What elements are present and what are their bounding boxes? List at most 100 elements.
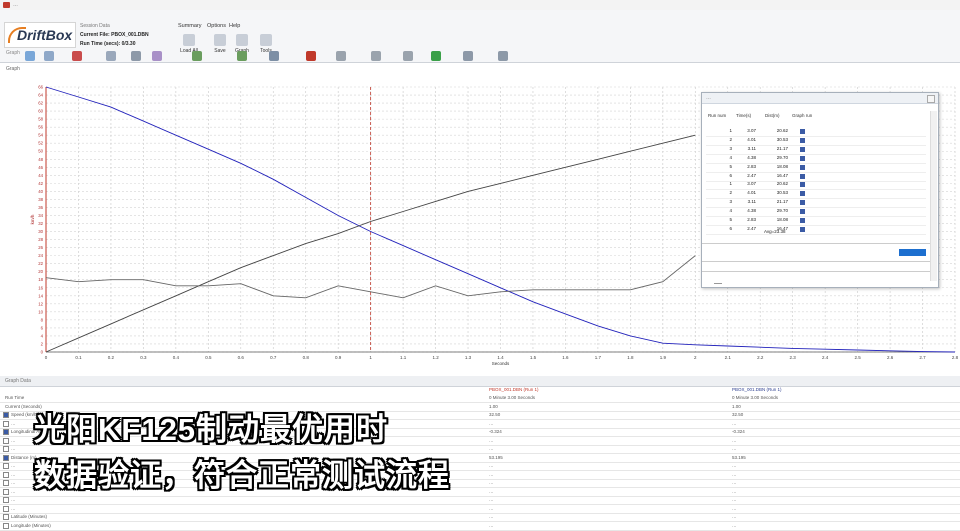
clear-results-icon xyxy=(463,51,473,61)
export-results-icon xyxy=(498,51,509,61)
menu-summary[interactable]: Summary xyxy=(178,23,202,29)
results-action-button[interactable] xyxy=(899,249,926,256)
menu-options[interactable]: Options xyxy=(207,23,226,29)
graph-run-checkbox[interactable] xyxy=(800,156,805,161)
graph-run-checkbox[interactable] xyxy=(800,138,805,143)
row-checkbox[interactable] xyxy=(3,454,9,461)
save-icon xyxy=(214,34,226,46)
graph-run-checkbox[interactable] xyxy=(800,174,805,179)
row-value: … xyxy=(732,437,737,443)
y-tick-label: 10 xyxy=(38,309,43,314)
graph-setup-icon xyxy=(106,51,117,61)
row-checkbox[interactable] xyxy=(3,437,9,444)
run-num-cell: 1 xyxy=(729,181,732,186)
row-value: 32.50 xyxy=(489,412,501,417)
time-cell: 2.47 xyxy=(747,226,756,231)
y-axis-title: km/h xyxy=(30,214,35,224)
window-title: … xyxy=(13,2,18,8)
x-tick-label: 1.2 xyxy=(432,355,439,360)
y-tick-label: 50 xyxy=(38,149,43,154)
row-checkbox[interactable] xyxy=(3,471,9,478)
row-checkbox[interactable] xyxy=(3,514,9,520)
session-heading: Session Data xyxy=(80,23,110,29)
y-tick-label: 34 xyxy=(38,213,43,218)
graph-icon xyxy=(236,34,248,46)
graph-run-checkbox[interactable] xyxy=(800,191,805,196)
graph-run-checkbox[interactable] xyxy=(800,129,805,134)
row-value: … xyxy=(732,497,737,502)
y-tick-label: 46 xyxy=(38,165,43,170)
sectors-icon xyxy=(269,51,280,61)
row-checkbox[interactable] xyxy=(3,480,9,486)
dist-cell: 29.70 xyxy=(776,208,788,213)
run-num-cell: 2 xyxy=(729,137,732,142)
row-checkbox[interactable] xyxy=(3,505,9,512)
row-label: Longitude (Minutes) xyxy=(11,522,51,528)
run-num-cell: 5 xyxy=(729,164,732,169)
menu-help[interactable]: Help xyxy=(229,23,240,29)
col-time: Time(s) xyxy=(736,113,752,118)
row-checkbox[interactable] xyxy=(3,446,9,452)
time-cell: 3.11 xyxy=(747,146,756,151)
row-checkbox[interactable] xyxy=(3,420,9,427)
y-tick-label: 36 xyxy=(38,205,43,210)
row-checkbox[interactable] xyxy=(3,497,9,503)
graph-run-checkbox[interactable] xyxy=(800,200,805,205)
graph-run-checkbox[interactable] xyxy=(800,227,805,232)
y-tick-label: 56 xyxy=(38,125,43,130)
y-tick-label: 16 xyxy=(38,285,43,290)
row-value: … xyxy=(489,471,494,477)
x-tick-label: 1.8 xyxy=(627,355,634,360)
average-label: Avg=23.38 xyxy=(764,229,786,234)
row-label: … xyxy=(11,497,16,502)
graph-run-checkbox[interactable] xyxy=(800,218,805,223)
graph-run-checkbox[interactable] xyxy=(800,182,805,187)
x-axis-title: Seconds xyxy=(492,361,510,366)
run-num-cell: 3 xyxy=(729,146,732,151)
dist-cell: 21.17 xyxy=(776,199,788,204)
run-num-cell: 4 xyxy=(729,208,732,213)
row-value: … xyxy=(732,420,737,426)
x-tick-label: 2.8 xyxy=(952,355,959,360)
row-value: -0.324 xyxy=(489,429,502,434)
y-tick-label: 6 xyxy=(41,325,44,330)
row-checkbox[interactable] xyxy=(3,463,9,469)
y-tick-label: 24 xyxy=(38,253,43,258)
y-tick-label: 14 xyxy=(38,293,43,298)
folder-icon xyxy=(183,34,195,46)
close-icon[interactable] xyxy=(927,95,935,103)
y-tick-label: 64 xyxy=(38,93,43,98)
row-value: 1.00 xyxy=(489,403,498,409)
graph-run-checkbox[interactable] xyxy=(800,209,805,214)
x-tick-label: 2 xyxy=(694,355,697,360)
run-num-cell: 5 xyxy=(729,217,732,222)
lap-timing-icon xyxy=(336,51,347,61)
col-dist: Dist(m) xyxy=(765,113,780,118)
results-scrollbar[interactable] xyxy=(930,111,937,281)
row-value: … xyxy=(489,463,494,468)
graph-run-checkbox[interactable] xyxy=(800,165,805,170)
y-tick-label: 4 xyxy=(41,333,44,338)
y-tick-label: 48 xyxy=(38,157,43,162)
time-cell: 2.83 xyxy=(747,164,756,169)
y-tick-label: 40 xyxy=(38,189,43,194)
remove-run-icon xyxy=(71,51,82,61)
time-cell: 4.01 xyxy=(747,190,756,195)
row-value: 53.195 xyxy=(732,454,746,460)
run-num-cell: 6 xyxy=(729,226,732,231)
row-checkbox[interactable] xyxy=(3,412,9,418)
x-tick-label: 2.2 xyxy=(757,355,764,360)
decel-icon xyxy=(403,51,414,61)
row-value: … xyxy=(489,497,494,502)
x-tick-label: 0.1 xyxy=(75,355,82,360)
graph-run-checkbox[interactable] xyxy=(800,147,805,152)
results-window[interactable]: … Run num Time(s) Dist(m) Graph run 1 3.0… xyxy=(701,92,939,288)
y-tick-label: 54 xyxy=(38,133,43,138)
x-tick-label: 1.1 xyxy=(400,355,407,360)
run-num-cell: 6 xyxy=(729,173,732,178)
row-label: … xyxy=(11,471,16,477)
row-checkbox[interactable] xyxy=(3,429,9,435)
row-checkbox[interactable] xyxy=(3,488,9,495)
col-graph-run: Graph run xyxy=(792,113,813,118)
time-cell: 2.83 xyxy=(747,217,756,222)
